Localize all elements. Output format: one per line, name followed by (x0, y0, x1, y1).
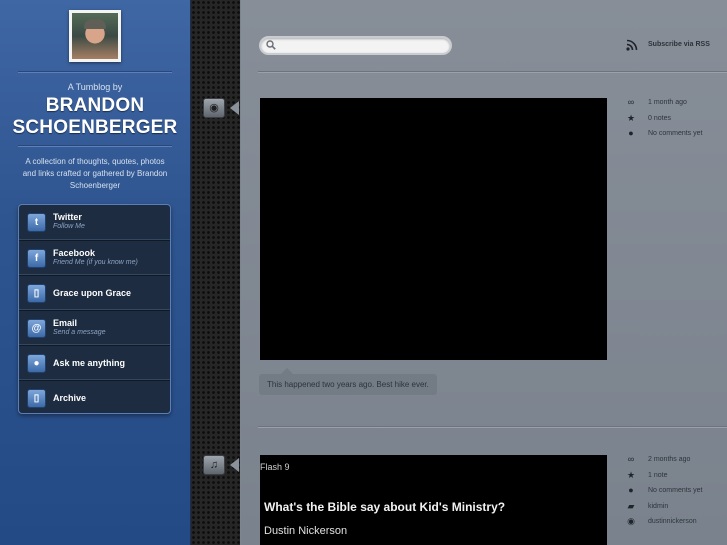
avatar-image (72, 13, 118, 59)
sidebar-item-label: Twitter (53, 212, 82, 222)
meta-source-text: dustinnickerson (648, 518, 697, 525)
avatar[interactable] (69, 10, 121, 62)
meta-date: 2 months ago (648, 456, 691, 463)
twitter-icon: t (27, 213, 46, 232)
sidebar-item-label: Email (53, 318, 78, 328)
link-icon: ∞ (627, 454, 635, 464)
rss-icon[interactable] (626, 39, 638, 51)
name-line-1: BRANDON (45, 95, 145, 116)
video-camera-icon: ◉ (203, 98, 225, 118)
reblog-icon: ◉ (627, 516, 635, 526)
sidebar-item-label: Ask me anything (53, 358, 126, 368)
meta-notes-count: 0 notes (648, 114, 671, 122)
meta-notes-count: 1 note (648, 471, 668, 479)
comment-icon: ● (628, 485, 634, 495)
sidebar-item-sublabel: Friend Me (if you know me) (53, 259, 138, 266)
star-icon: ★ (626, 112, 636, 123)
post-author: Dustin Nickerson (264, 525, 348, 537)
meta-tag-text: kidmin (648, 502, 669, 510)
speaker-icon: ♫ (203, 455, 225, 475)
post-pointer (230, 458, 239, 472)
sidebar-item-sublabel: Follow Me (53, 223, 85, 230)
blog-tagline: A collection of thoughts, quotes, photos… (22, 157, 168, 190)
speech-bubble-icon: ● (27, 354, 46, 373)
sidebar-item-grace-upon-grace[interactable]: ▯ Grace upon Grace (19, 275, 170, 310)
meta-comments-text: No comments yet (648, 130, 703, 137)
comment-icon: ● (628, 128, 634, 138)
post-pointer (230, 101, 239, 115)
page-icon: ▯ (27, 284, 46, 303)
name-line-2: SCHOENBERGER (12, 117, 178, 138)
flash-label: Flash 9 (260, 462, 290, 472)
sidebar-item-ask[interactable]: ● Ask me anything (19, 345, 170, 380)
link-icon: ∞ (627, 97, 635, 107)
facebook-icon: f (27, 249, 46, 268)
meta-comments-text: No comments yet (648, 487, 703, 494)
page-icon: ▯ (27, 389, 46, 408)
sidebar-item-label: Grace upon Grace (53, 288, 132, 298)
email-icon: @ (27, 319, 46, 338)
divider (18, 71, 172, 73)
divider (258, 426, 727, 428)
sidebar-links: t Twitter Follow Me f Facebook Friend Me… (18, 204, 171, 414)
tumblog-by-text: A Tumblog by (67, 82, 123, 92)
search-icon (266, 40, 276, 50)
sidebar-item-archive[interactable]: ▯ Archive (19, 380, 170, 413)
sidebar-item-label: Facebook (53, 248, 96, 258)
divider (18, 145, 172, 147)
subscribe-link[interactable]: Subscribe via RSS (648, 41, 710, 48)
tag-icon: ▰ (627, 500, 635, 511)
meta-date: 1 month ago (648, 99, 687, 106)
sidebar-item-facebook[interactable]: f Facebook Friend Me (if you know me) (19, 240, 170, 275)
sidebar-item-email[interactable]: @ Email Send a message (19, 310, 170, 345)
post-title: What's the Bible say about Kid's Ministr… (264, 500, 506, 514)
divider (258, 71, 727, 73)
sidebar-item-twitter[interactable]: t Twitter Follow Me (19, 205, 170, 240)
sidebar-item-label: Archive (53, 393, 87, 403)
sidebar: A Tumblog by BRANDON SCHOENBERGER A coll… (0, 0, 190, 545)
post-caption: This happened two years ago. Best hike e… (259, 368, 437, 395)
blog-author-name[interactable]: BRANDON SCHOENBERGER (0, 95, 190, 139)
star-icon: ★ (626, 469, 636, 480)
video-player[interactable] (260, 98, 607, 360)
sidebar-item-sublabel: Send a message (53, 329, 106, 336)
search-input[interactable] (259, 36, 452, 55)
